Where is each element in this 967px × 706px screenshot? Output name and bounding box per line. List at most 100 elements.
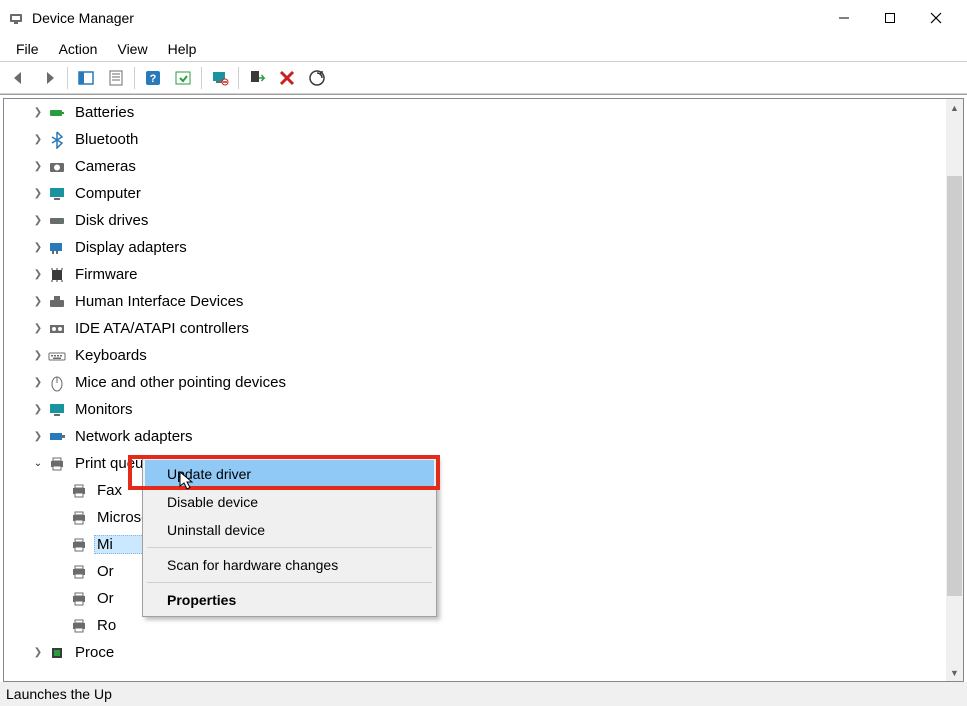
tree-label: Monitors: [75, 401, 133, 418]
tree-label: IDE ATA/ATAPI controllers: [75, 320, 249, 337]
context-menu-update-driver[interactable]: Update driver: [145, 460, 434, 488]
context-menu-disable-device[interactable]: Disable device: [145, 488, 434, 516]
scan-hardware-button[interactable]: [303, 64, 331, 92]
tree-item-batteries[interactable]: ❯ Batteries: [4, 99, 946, 126]
display-adapter-icon: [48, 239, 66, 257]
context-menu-separator: [147, 547, 432, 548]
tree-item-monitors[interactable]: ❯ Monitors: [4, 396, 946, 423]
context-menu: Update driver Disable device Uninstall d…: [142, 457, 437, 617]
chevron-right-icon[interactable]: ❯: [30, 132, 46, 148]
menu-file[interactable]: File: [6, 39, 49, 59]
printer-icon: [70, 536, 88, 554]
chevron-right-icon[interactable]: ❯: [30, 267, 46, 283]
context-menu-separator: [147, 582, 432, 583]
tree-label: Network adapters: [75, 428, 193, 445]
chevron-right-icon[interactable]: ❯: [30, 348, 46, 364]
menu-help[interactable]: Help: [158, 39, 207, 59]
tree-label: Human Interface Devices: [75, 293, 243, 310]
context-menu-uninstall-device[interactable]: Uninstall device: [145, 516, 434, 544]
processor-icon: [48, 644, 66, 662]
maximize-button[interactable]: [867, 3, 913, 33]
chevron-down-icon[interactable]: ⌄: [30, 456, 46, 472]
titlebar: Device Manager: [0, 0, 967, 36]
camera-icon: [48, 158, 66, 176]
vertical-scrollbar[interactable]: ▲ ▼: [946, 99, 963, 681]
context-menu-scan-hardware[interactable]: Scan for hardware changes: [145, 551, 434, 579]
chevron-right-icon[interactable]: ❯: [30, 294, 46, 310]
scrollbar-thumb[interactable]: [947, 176, 962, 596]
tree-item-firmware[interactable]: ❯ Firmware: [4, 261, 946, 288]
tree-item-network-adapters[interactable]: ❯ Network adapters: [4, 423, 946, 450]
tree-label: Display adapters: [75, 239, 187, 256]
printer-icon: [48, 455, 66, 473]
properties-button[interactable]: [102, 64, 130, 92]
tree-item-disk-drives[interactable]: ❯ Disk drives: [4, 207, 946, 234]
forward-button[interactable]: [35, 64, 63, 92]
chevron-right-icon[interactable]: ❯: [30, 105, 46, 121]
delete-button[interactable]: [273, 64, 301, 92]
minimize-button[interactable]: [821, 3, 867, 33]
printer-icon: [70, 563, 88, 581]
menu-action[interactable]: Action: [49, 39, 108, 59]
ide-controller-icon: [48, 320, 66, 338]
close-button[interactable]: [913, 3, 959, 33]
window-title: Device Manager: [32, 10, 134, 26]
keyboard-icon: [48, 347, 66, 365]
monitor-icon: [48, 401, 66, 419]
show-hide-tree-button[interactable]: [72, 64, 100, 92]
chevron-right-icon[interactable]: ❯: [30, 159, 46, 175]
uninstall-device-button[interactable]: [206, 64, 234, 92]
update-driver-button[interactable]: [169, 64, 197, 92]
network-adapter-icon: [48, 428, 66, 446]
tree-label: Firmware: [75, 266, 138, 283]
firmware-icon: [48, 266, 66, 284]
menu-view[interactable]: View: [107, 39, 157, 59]
disk-drive-icon: [48, 212, 66, 230]
toolbar-separator: [201, 67, 202, 89]
chevron-right-icon[interactable]: ❯: [30, 213, 46, 229]
scroll-up-button[interactable]: ▲: [946, 99, 963, 116]
tree-item-computer[interactable]: ❯ Computer: [4, 180, 946, 207]
enable-device-button[interactable]: [243, 64, 271, 92]
scrollbar-track[interactable]: [946, 116, 963, 664]
chevron-right-icon[interactable]: ❯: [30, 186, 46, 202]
back-button[interactable]: [5, 64, 33, 92]
tree-item-hid[interactable]: ❯ Human Interface Devices: [4, 288, 946, 315]
menubar: File Action View Help: [0, 36, 967, 61]
app-icon: [8, 10, 24, 26]
toolbar: ?: [0, 62, 967, 94]
tree-item-processors[interactable]: ❯ Proce: [4, 639, 946, 666]
context-menu-label: Scan for hardware changes: [167, 557, 338, 573]
tree-item-cameras[interactable]: ❯ Cameras: [4, 153, 946, 180]
tree-label: Disk drives: [75, 212, 148, 229]
printer-icon: [70, 617, 88, 635]
tree-label: Computer: [75, 185, 141, 202]
chevron-right-icon[interactable]: ❯: [30, 240, 46, 256]
hid-icon: [48, 293, 66, 311]
statusbar: Launches the Up: [0, 682, 967, 706]
chevron-right-icon[interactable]: ❯: [30, 402, 46, 418]
mouse-icon: [48, 374, 66, 392]
bluetooth-icon: [48, 131, 66, 149]
tree-item-bluetooth[interactable]: ❯ Bluetooth: [4, 126, 946, 153]
tree-item-keyboards[interactable]: ❯ Keyboards: [4, 342, 946, 369]
tree-label: Bluetooth: [75, 131, 138, 148]
chevron-right-icon[interactable]: ❯: [30, 321, 46, 337]
help-button[interactable]: ?: [139, 64, 167, 92]
toolbar-separator: [238, 67, 239, 89]
scroll-down-button[interactable]: ▼: [946, 664, 963, 681]
context-menu-properties[interactable]: Properties: [145, 586, 434, 614]
tree-item-display-adapters[interactable]: ❯ Display adapters: [4, 234, 946, 261]
tree-label: Mi: [97, 536, 113, 553]
computer-icon: [48, 185, 66, 203]
tree-label: Batteries: [75, 104, 134, 121]
chevron-right-icon[interactable]: ❯: [30, 429, 46, 445]
chevron-right-icon[interactable]: ❯: [30, 375, 46, 391]
printer-icon: [70, 590, 88, 608]
tree-item-ide[interactable]: ❯ IDE ATA/ATAPI controllers: [4, 315, 946, 342]
tree-label: Or: [97, 590, 114, 607]
tree-item-mice[interactable]: ❯ Mice and other pointing devices: [4, 369, 946, 396]
tree-label: Or: [97, 563, 114, 580]
chevron-right-icon[interactable]: ❯: [30, 645, 46, 661]
svg-text:?: ?: [150, 73, 157, 85]
